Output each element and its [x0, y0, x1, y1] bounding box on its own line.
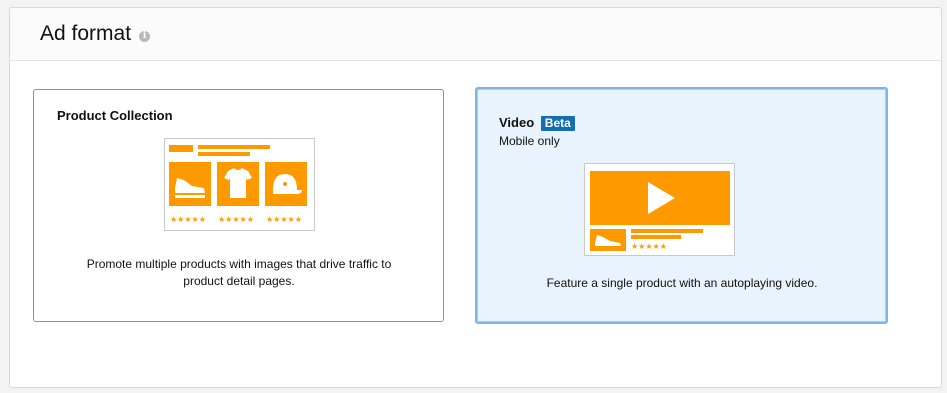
card-description: Feature a single product with an autopla… [546, 276, 818, 290]
play-icon [590, 171, 730, 225]
panel-header: Ad format i [10, 8, 941, 61]
svg-text:★★★★★: ★★★★★ [266, 215, 302, 224]
product-collection-card[interactable]: Product Collection ★★★★★ ★★★★★ ★★★★★ Pro… [33, 89, 444, 322]
shoe-icon [590, 229, 626, 251]
cap-icon [265, 162, 307, 206]
card-title-text: Video [499, 115, 535, 130]
star-rating-icon: ★★★★★ [631, 242, 667, 251]
product-collection-illustration: ★★★★★ ★★★★★ ★★★★★ [164, 138, 315, 231]
video-illustration: ★★★★★ [584, 163, 735, 256]
card-title: Product Collection [57, 108, 173, 123]
tshirt-icon [217, 162, 259, 206]
page-title: Ad format [40, 22, 132, 45]
svg-text:★★★★★: ★★★★★ [631, 242, 667, 251]
beta-badge: Beta [540, 116, 575, 131]
shoe-icon [169, 162, 211, 206]
info-icon[interactable]: i [139, 30, 151, 42]
svg-text:★★★★★: ★★★★★ [218, 215, 254, 224]
star-rating-icon: ★★★★★ ★★★★★ ★★★★★ [170, 215, 302, 224]
card-title: Video Beta [499, 115, 575, 131]
card-description: Promote multiple products with images th… [86, 257, 392, 288]
card-subtitle: Mobile only [499, 134, 560, 148]
video-card[interactable]: Video Beta Mobile only ★★★★★ Feature a s… [475, 87, 888, 324]
svg-text:★★★★★: ★★★★★ [170, 215, 206, 224]
